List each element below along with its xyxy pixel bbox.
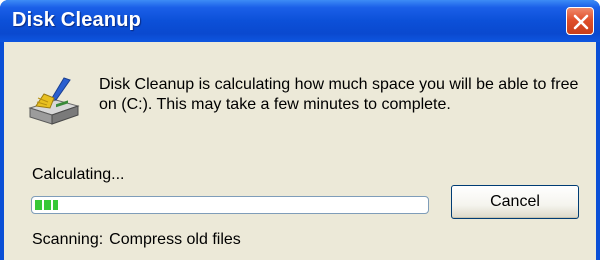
status-line: Scanning: Compress old files	[32, 231, 241, 249]
progress-fill	[35, 200, 59, 210]
title-bar[interactable]: Disk Cleanup	[0, 0, 600, 42]
dialog-window: Disk Cleanup Disk Cleanup is calculating…	[0, 0, 600, 260]
progress-bar	[31, 196, 429, 214]
status-value: Compress old files	[109, 231, 241, 248]
disk-cleanup-icon	[28, 77, 80, 125]
status-label: Scanning:	[32, 231, 104, 248]
window-title: Disk Cleanup	[12, 9, 142, 31]
dialog-body: Disk Cleanup is calculating how much spa…	[4, 42, 596, 260]
calculating-label: Calculating...	[32, 166, 125, 183]
close-button[interactable]	[566, 7, 594, 35]
close-icon	[573, 14, 589, 30]
message-text: Disk Cleanup is calculating how much spa…	[99, 76, 579, 113]
cancel-button[interactable]: Cancel	[451, 185, 579, 219]
